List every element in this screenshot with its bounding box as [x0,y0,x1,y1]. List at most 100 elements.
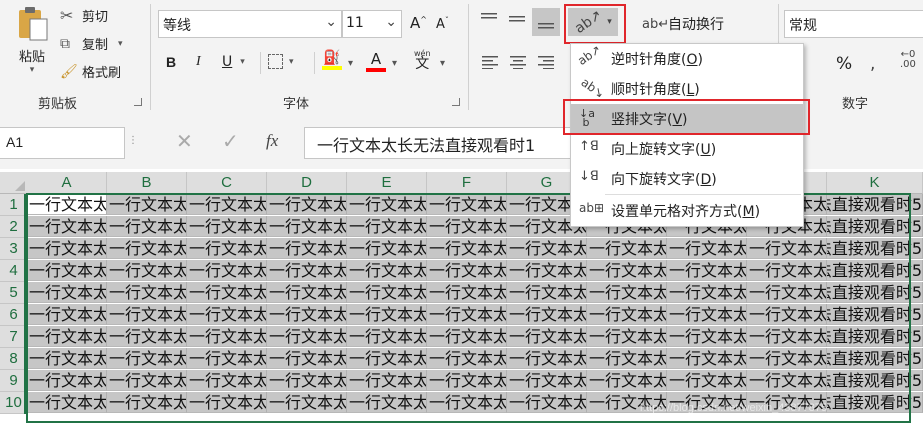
cell-e1[interactable]: 一行文本太长无法直接观看时 [347,194,427,215]
cell-c3[interactable]: 一行文本太长无法直接观看时 [187,238,267,259]
align-center-button[interactable] [510,56,526,69]
borders-button[interactable]: ▾ [268,54,294,69]
cell-a4[interactable]: 一行文本太长无法直接观看时 [27,260,107,281]
cell-d4[interactable]: 一行文本太长无法直接观看时 [267,260,347,281]
cell-i3[interactable]: 一行文本太长无法直接观看时 [667,238,747,259]
cell-b2[interactable]: 一行文本太长无法直接观看时 [107,216,187,237]
cell-g6[interactable]: 一行文本太长无法直接观看时 [507,304,587,325]
font-color-button[interactable]: A [366,50,386,72]
cell-f6[interactable]: 一行文本太长无法直接观看时 [427,304,507,325]
paste-button[interactable]: 粘贴 ▾ [10,4,54,84]
cell-a1[interactable]: 一行文本太长无法直接观看时 [27,194,107,215]
cell-j5[interactable]: 一行文本太长无法直接观看时 [747,282,827,303]
bold-button[interactable]: B [166,54,176,70]
underline-button[interactable]: U ▾ [222,54,245,70]
cell-j7[interactable]: 一行文本太长无法直接观看时 [747,326,827,347]
cell-b5[interactable]: 一行文本太长无法直接观看时 [107,282,187,303]
column-header-k[interactable]: K [827,172,923,194]
column-header-d[interactable]: D [267,172,347,194]
cell-k8[interactable]: 一行文本太长无法直接观看时5 [827,348,923,369]
cell-j3[interactable]: 一行文本太长无法直接观看时 [747,238,827,259]
number-format-select[interactable]: 常规 [784,10,923,38]
cell-a9[interactable]: 一行文本太长无法直接观看时 [27,370,107,391]
cell-k3[interactable]: 一行文本太长无法直接观看时5 [827,238,923,259]
cell-f9[interactable]: 一行文本太长无法直接观看时 [427,370,507,391]
cell-i5[interactable]: 一行文本太长无法直接观看时 [667,282,747,303]
cell-e5[interactable]: 一行文本太长无法直接观看时 [347,282,427,303]
cell-i9[interactable]: 一行文本太长无法直接观看时 [667,370,747,391]
cell-d1[interactable]: 一行文本太长无法直接观看时 [267,194,347,215]
cell-f5[interactable]: 一行文本太长无法直接观看时 [427,282,507,303]
percent-style-button[interactable]: % [836,54,852,74]
cell-h8[interactable]: 一行文本太长无法直接观看时 [587,348,667,369]
chevron-down-icon[interactable]: ▾ [348,58,353,69]
column-header-f[interactable]: F [427,172,507,194]
cell-b10[interactable]: 一行文本太长无法直接观看时 [107,392,187,413]
cell-i6[interactable]: 一行文本太长无法直接观看时 [667,304,747,325]
cell-b3[interactable]: 一行文本太长无法直接观看时 [107,238,187,259]
cancel-icon[interactable]: ✕ [176,129,193,153]
cell-a2[interactable]: 一行文本太长无法直接观看时 [27,216,107,237]
cell-g10[interactable]: 一行文本太长无法直接观看时 [507,392,587,413]
menu-item-angle-counterclockwise[interactable]: ab↗ 逆时针角度(O) [571,42,803,74]
middle-align-button[interactable] [508,12,526,26]
cell-a6[interactable]: 一行文本太长无法直接观看时 [27,304,107,325]
cell-d2[interactable]: 一行文本太长无法直接观看时 [267,216,347,237]
cell-j9[interactable]: 一行文本太长无法直接观看时 [747,370,827,391]
cell-b9[interactable]: 一行文本太长无法直接观看时 [107,370,187,391]
cell-d7[interactable]: 一行文本太长无法直接观看时 [267,326,347,347]
cell-c5[interactable]: 一行文本太长无法直接观看时 [187,282,267,303]
italic-button[interactable]: I [196,54,201,70]
cell-e8[interactable]: 一行文本太长无法直接观看时 [347,348,427,369]
cell-f10[interactable]: 一行文本太长无法直接观看时 [427,392,507,413]
cell-f8[interactable]: 一行文本太长无法直接观看时 [427,348,507,369]
cell-d3[interactable]: 一行文本太长无法直接观看时 [267,238,347,259]
cell-d5[interactable]: 一行文本太长无法直接观看时 [267,282,347,303]
cell-e7[interactable]: 一行文本太长无法直接观看时 [347,326,427,347]
cell-g7[interactable]: 一行文本太长无法直接观看时 [507,326,587,347]
insert-function-button[interactable]: fx [266,131,278,151]
cell-k7[interactable]: 一行文本太长无法直接观看时5 [827,326,923,347]
cell-g5[interactable]: 一行文本太长无法直接观看时 [507,282,587,303]
cell-h7[interactable]: 一行文本太长无法直接观看时 [587,326,667,347]
cell-k6[interactable]: 一行文本太长无法直接观看时5 [827,304,923,325]
cell-h3[interactable]: 一行文本太长无法直接观看时 [587,238,667,259]
shrink-font-button[interactable]: Aˇ [436,16,449,33]
menu-item-rotate-down[interactable]: ↓ꓭ 向下旋转文字(D) [571,164,803,194]
cell-f7[interactable]: 一行文本太长无法直接观看时 [427,326,507,347]
chevron-down-icon[interactable]: ▾ [440,58,445,69]
enter-icon[interactable]: ✓ [222,129,239,153]
cell-k5[interactable]: 一行文本太长无法直接观看时5 [827,282,923,303]
cell-a7[interactable]: 一行文本太长无法直接观看时 [27,326,107,347]
cell-k4[interactable]: 一行文本太长无法直接观看时5 [827,260,923,281]
cell-b4[interactable]: 一行文本太长无法直接观看时 [107,260,187,281]
phonetic-guide-button[interactable]: wén 文 [414,48,431,71]
cell-b6[interactable]: 一行文本太长无法直接观看时 [107,304,187,325]
cell-k10[interactable]: 一行文本太长无法直接观看时5 [827,392,923,413]
cell-b1[interactable]: 一行文本太长无法直接观看时 [107,194,187,215]
font-size-select[interactable]: 11 ⌄ [342,10,402,38]
cell-c8[interactable]: 一行文本太长无法直接观看时 [187,348,267,369]
cell-d9[interactable]: 一行文本太长无法直接观看时 [267,370,347,391]
wrap-text-button[interactable]: ab↵ 自动换行 [642,14,724,34]
menu-item-rotate-up[interactable]: ↑ꓭ 向上旋转文字(U) [571,134,803,164]
cell-g4[interactable]: 一行文本太长无法直接观看时 [507,260,587,281]
name-box-dropdown-icon[interactable]: ⋮ [128,135,138,146]
column-header-e[interactable]: E [347,172,427,194]
cell-h6[interactable]: 一行文本太长无法直接观看时 [587,304,667,325]
cell-g3[interactable]: 一行文本太长无法直接观看时 [507,238,587,259]
align-right-button[interactable] [538,56,554,69]
dialog-launcher-icon[interactable] [134,98,142,106]
formula-input[interactable]: 一行文本太长无法直接观看时1 [304,127,596,159]
cell-c1[interactable]: 一行文本太长无法直接观看时 [187,194,267,215]
cell-i8[interactable]: 一行文本太长无法直接观看时 [667,348,747,369]
cell-e3[interactable]: 一行文本太长无法直接观看时 [347,238,427,259]
cell-f4[interactable]: 一行文本太长无法直接观看时 [427,260,507,281]
dialog-launcher-icon[interactable] [452,98,460,106]
cell-g9[interactable]: 一行文本太长无法直接观看时 [507,370,587,391]
cell-f3[interactable]: 一行文本太长无法直接观看时 [427,238,507,259]
cell-i7[interactable]: 一行文本太长无法直接观看时 [667,326,747,347]
cell-k2[interactable]: 一行文本太长无法直接观看时5 [827,216,923,237]
column-header-c[interactable]: C [187,172,267,194]
cell-i4[interactable]: 一行文本太长无法直接观看时 [667,260,747,281]
